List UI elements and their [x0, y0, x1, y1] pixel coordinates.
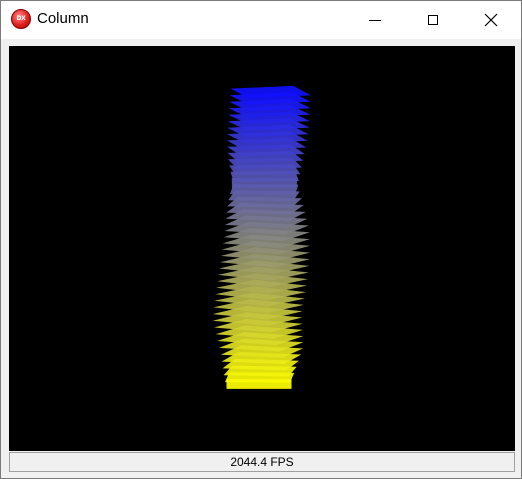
- minimize-icon: [369, 19, 381, 21]
- render-viewport[interactable]: [9, 46, 515, 451]
- fps-counter: 2044.4 FPS: [230, 455, 294, 469]
- maximize-button[interactable]: [410, 1, 456, 39]
- app-window: DX Column 2044.4 FPS: [0, 0, 522, 479]
- close-icon: [484, 13, 498, 27]
- title-bar[interactable]: DX Column: [1, 1, 521, 39]
- maximize-icon: [428, 15, 438, 25]
- app-icon-label: DX: [16, 15, 26, 22]
- window-title: Column: [37, 10, 89, 27]
- dx-app-icon[interactable]: DX: [11, 9, 31, 29]
- minimize-button[interactable]: [352, 1, 398, 39]
- column-3d-render: [212, 85, 311, 389]
- close-button[interactable]: [468, 1, 514, 39]
- status-bar: 2044.4 FPS: [9, 452, 515, 472]
